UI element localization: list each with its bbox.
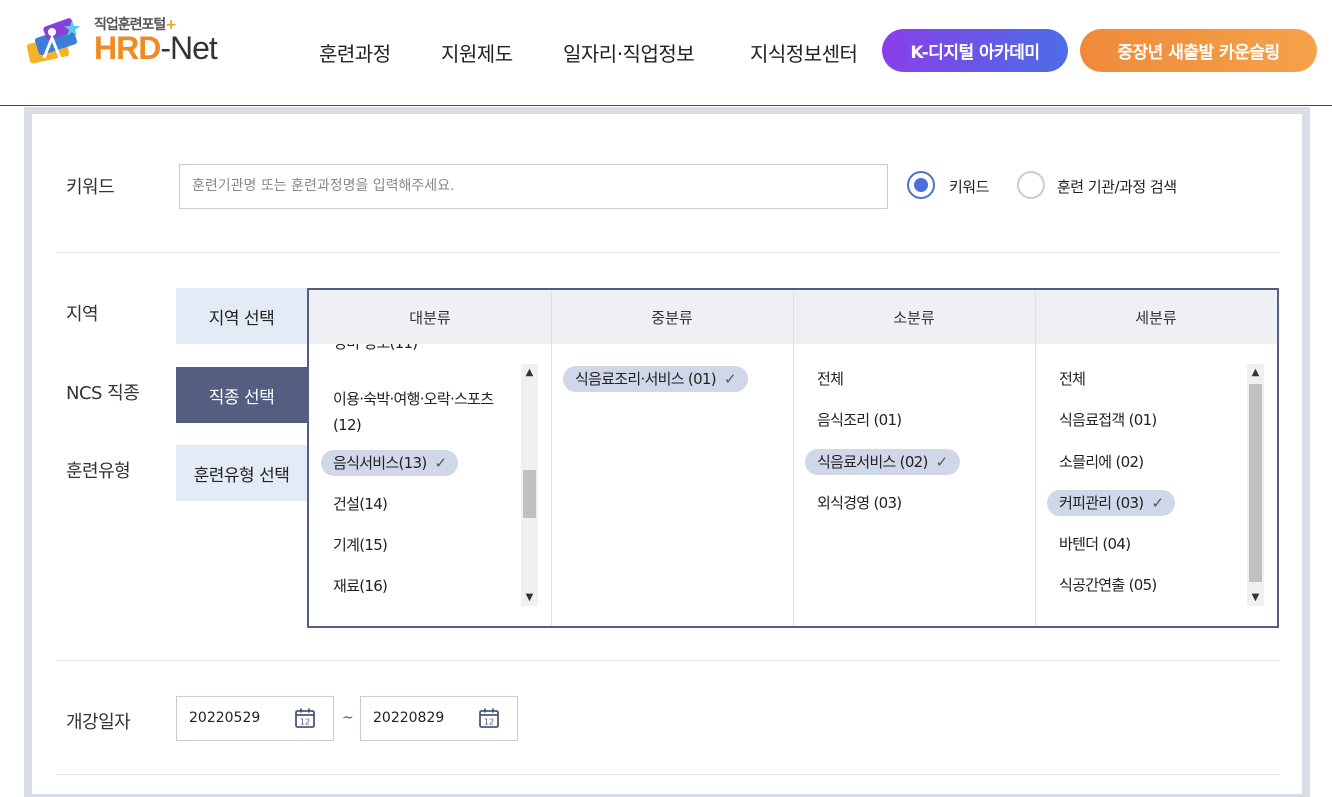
radio-institution[interactable] bbox=[1017, 171, 1045, 199]
end-date-field[interactable]: 20220829 12 bbox=[360, 696, 518, 741]
region-label: 지역 bbox=[66, 304, 99, 325]
check-icon: ✓ bbox=[434, 454, 448, 472]
list-item[interactable]: 소믈리에 (02) bbox=[1059, 449, 1144, 475]
date-range-separator: ~ bbox=[342, 710, 354, 726]
check-icon: ✓ bbox=[1151, 494, 1164, 512]
radio-keyword-label[interactable]: 키워드 bbox=[949, 176, 989, 197]
k-digital-academy-button[interactable]: K-디지털 아카데미 bbox=[882, 29, 1068, 72]
training-type-label: 훈련유형 bbox=[66, 461, 131, 482]
column-divider bbox=[551, 290, 552, 626]
list-item[interactable]: 전체 bbox=[1059, 366, 1086, 392]
calendar-icon[interactable]: 12 bbox=[478, 707, 500, 729]
midlife-counseling-button[interactable]: 중장년 새출발 카운슬링 bbox=[1080, 29, 1317, 72]
list-item[interactable]: 식공간연출 (05) bbox=[1059, 572, 1157, 598]
site-header: 직업훈련포털+ HRD-Net 훈련과정 지원제도 일자리·직업정보 지식정보센… bbox=[0, 0, 1332, 106]
list-item[interactable]: 기계(15) bbox=[333, 532, 388, 558]
calendar-day: 12 bbox=[300, 718, 310, 727]
list-item[interactable]: 외식경영 (03) bbox=[817, 490, 902, 516]
list-item-selected[interactable]: 식음료서비스 (02) ✓ bbox=[805, 449, 960, 475]
list-item[interactable]: 바텐더 (04) bbox=[1059, 531, 1131, 557]
region-select-button[interactable]: 지역 선택 bbox=[176, 288, 307, 344]
scroll-up-icon[interactable]: ▲ bbox=[521, 364, 538, 381]
list-item[interactable]: 이용·숙박·여행·오락·스포츠 bbox=[333, 386, 494, 412]
list-item[interactable]: 음식조리 (01) bbox=[817, 407, 902, 433]
divider bbox=[56, 774, 1280, 775]
logo-wordmark: HRD-Net bbox=[94, 30, 218, 66]
list-item-continued[interactable]: (12) bbox=[333, 412, 362, 438]
end-date-value[interactable]: 20220829 bbox=[373, 710, 444, 726]
divider bbox=[56, 660, 1280, 661]
hrd-net-logo[interactable]: 직업훈련포털+ HRD-Net bbox=[22, 12, 252, 72]
nav-training-courses[interactable]: 훈련과정 bbox=[319, 38, 391, 67]
list-item[interactable]: 식음료접객 (01) bbox=[1059, 407, 1157, 433]
start-date-label: 개강일자 bbox=[66, 712, 131, 733]
scroll-down-icon[interactable]: ▼ bbox=[521, 589, 538, 606]
divider bbox=[56, 252, 1280, 253]
keyword-input-box bbox=[179, 164, 888, 209]
header-major: 대분류 bbox=[409, 308, 451, 327]
training-type-button[interactable]: 훈련유형 선택 bbox=[176, 445, 307, 501]
check-icon: ✓ bbox=[723, 370, 737, 388]
ncs-category-picker: 대분류 중분류 소분류 세분류 경비·청소(11) 이용·숙박·여행·오락·스포… bbox=[307, 288, 1279, 628]
column-divider bbox=[793, 290, 794, 626]
list-item-selected[interactable]: 커피관리 (03) ✓ bbox=[1047, 490, 1176, 516]
start-date-field[interactable]: 20220529 12 bbox=[176, 696, 334, 741]
column-divider bbox=[1035, 290, 1036, 626]
nav-support-programs[interactable]: 지원제도 bbox=[441, 38, 513, 67]
major-partial-clip: 경비·청소(11) bbox=[309, 344, 551, 358]
list-item[interactable]: 전체 bbox=[817, 366, 844, 392]
scrollbar-thumb[interactable] bbox=[1249, 384, 1262, 582]
radio-keyword[interactable] bbox=[907, 171, 935, 199]
list-item-selected[interactable]: 음식서비스(13) ✓ bbox=[321, 450, 459, 476]
scroll-up-icon[interactable]: ▲ bbox=[1247, 364, 1264, 381]
list-item-selected[interactable]: 식음료조리·서비스 (01) ✓ bbox=[563, 366, 748, 392]
list-item[interactable]: 건설(14) bbox=[333, 491, 388, 517]
start-date-value[interactable]: 20220529 bbox=[189, 710, 260, 726]
ncs-label: NCS 직종 bbox=[66, 383, 140, 404]
major-scrollbar[interactable]: ▲ ▼ bbox=[521, 364, 538, 606]
nav-job-info[interactable]: 일자리·직업정보 bbox=[563, 38, 695, 67]
header-middle: 중분류 bbox=[651, 308, 693, 327]
header-minor: 소분류 bbox=[893, 308, 935, 327]
scroll-down-icon[interactable]: ▼ bbox=[1247, 589, 1264, 606]
check-icon: ✓ bbox=[935, 453, 949, 471]
keyword-input[interactable] bbox=[180, 165, 884, 206]
logo-mark-icon bbox=[26, 18, 80, 64]
nav-knowledge-center[interactable]: 지식정보센터 bbox=[750, 38, 858, 67]
header-detail: 세분류 bbox=[1135, 308, 1177, 327]
detail-scrollbar[interactable]: ▲ ▼ bbox=[1247, 364, 1264, 606]
scrollbar-thumb[interactable] bbox=[523, 470, 536, 518]
list-item[interactable]: 경비·청소(11) bbox=[333, 344, 418, 356]
keyword-label: 키워드 bbox=[66, 177, 115, 198]
radio-institution-label[interactable]: 훈련 기관/과정 검색 bbox=[1057, 176, 1177, 197]
calendar-day: 12 bbox=[484, 718, 494, 727]
list-item[interactable]: 재료(16) bbox=[333, 573, 388, 599]
calendar-icon[interactable]: 12 bbox=[294, 707, 316, 729]
ncs-select-button[interactable]: 직종 선택 bbox=[176, 367, 307, 423]
